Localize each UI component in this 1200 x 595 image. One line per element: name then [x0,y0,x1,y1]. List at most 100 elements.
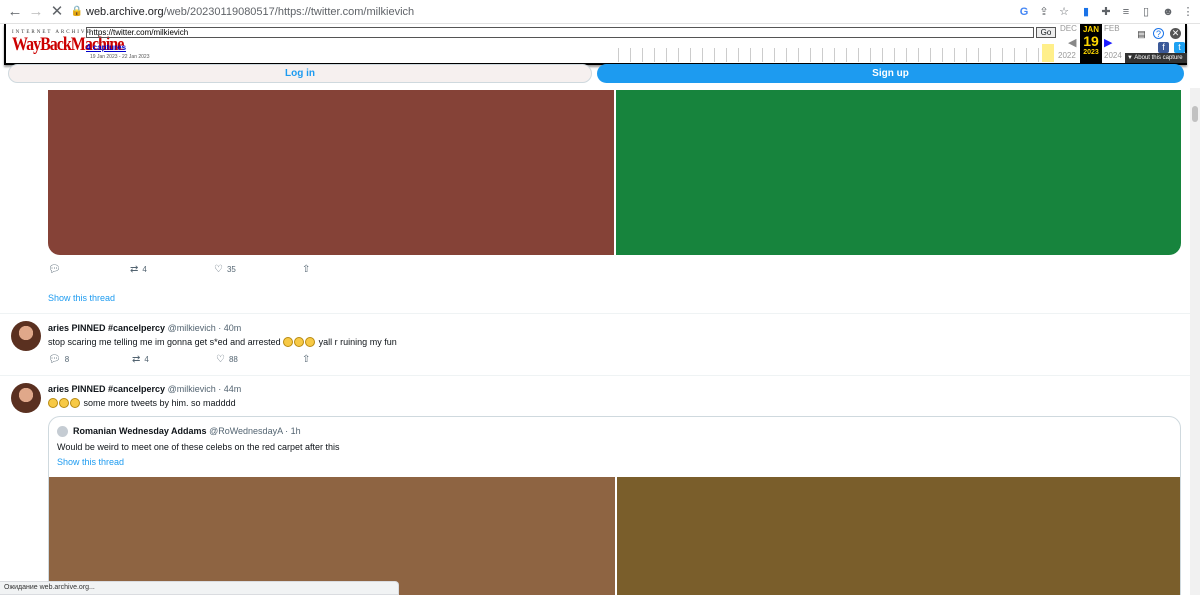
sparkline-tick [906,48,907,62]
quote-handle-time[interactable]: @RoWednesdayA · 1h [209,426,301,436]
tweet-text: some more tweets by him. so madddd [48,398,236,408]
quote-media[interactable] [49,477,1180,595]
author-handle-time[interactable]: @milkievich · 44m [168,384,242,394]
avatar[interactable] [11,321,41,351]
tweet-text: stop scaring me telling me im gonna get … [48,337,397,347]
forward-icon[interactable]: → [27,3,45,21]
sparkline-tick [966,48,967,62]
sparkline-tick [918,48,919,62]
retweet-icon: ⇄ [130,264,139,275]
next-capture-icon[interactable]: ▶ [1104,36,1112,49]
scrollbar[interactable] [1190,88,1200,595]
quote-show-thread-link[interactable]: Show this thread [57,457,124,467]
twitter-share-icon[interactable]: t [1174,42,1185,53]
address-bar[interactable]: web.archive.org/web/20230119080517/https… [86,6,414,18]
sparkline-tick [1026,48,1027,62]
scrollbar-thumb[interactable] [1192,106,1198,122]
author-name[interactable]: aries PINNED #cancelpercy [48,323,165,333]
facebook-icon[interactable]: f [1158,42,1169,53]
sparkline-tick [846,48,847,62]
sparkline-tick [810,48,811,62]
crying-emoji-icon [294,337,305,347]
share-button[interactable]: ⇧ [302,264,314,275]
quote-text: Would be weird to meet one of these cele… [57,442,340,452]
quote-media-image-1[interactable] [49,477,615,595]
account-icon[interactable]: ▤ [1136,29,1147,40]
prev-capture-icon[interactable]: ◀ [1068,36,1076,49]
captures-link[interactable]: 4 captures [86,43,126,52]
prev-year[interactable]: 2022 [1058,51,1076,60]
sparkline-tick [894,48,895,62]
show-thread-link[interactable]: Show this thread [48,293,115,303]
sparkline-tick [1014,48,1015,62]
retweet-count: 4 [142,265,147,274]
reply-button[interactable]: 💬︎ [48,264,65,275]
next-month[interactable]: FEB [1104,24,1120,33]
prev-month[interactable]: DEC [1060,24,1077,33]
sparkline-tick [1002,48,1003,62]
like-button[interactable]: ♡ 88 [216,354,238,365]
tweet-header: aries PINNED #cancelpercy @milkievich · … [48,384,241,394]
quote-avatar[interactable] [57,426,68,437]
retweet-button[interactable]: ⇄ 4 [130,264,147,275]
capture-highlight [1042,44,1054,62]
lock-icon[interactable]: 🔒 [68,3,86,21]
url-host: web.archive.org [86,6,164,18]
star-icon[interactable]: ☆ [1056,4,1072,20]
media-image-2[interactable] [615,90,1181,255]
profile-icon[interactable]: ☻ [1160,4,1176,20]
tweet-media[interactable] [48,90,1181,255]
author-handle-time[interactable]: @milkievich · 40m [168,323,242,333]
help-icon[interactable]: ? [1153,28,1164,39]
angry-emoji-icon [70,398,80,408]
sparkline-tick [870,48,871,62]
back-icon[interactable]: ← [6,3,24,21]
next-year[interactable]: 2024 [1104,51,1122,60]
close-icon[interactable]: ✕ [1170,28,1181,39]
media-image-1[interactable] [48,90,614,255]
like-count: 88 [228,355,238,364]
sparkline-tick [654,48,655,62]
share-button[interactable]: ⇧ [302,354,314,365]
like-count: 35 [226,265,236,274]
crying-emoji-icon [305,337,316,347]
menu-icon[interactable]: ⋮ [1180,4,1196,20]
share-icon[interactable]: ⇪ [1036,4,1052,20]
sidepanel-icon[interactable]: ▯ [1138,4,1154,20]
login-button[interactable]: Log in [8,64,592,83]
wayback-go-button[interactable]: Go [1036,27,1056,38]
about-capture-button[interactable]: ▼ About this capture [1125,53,1187,63]
current-day: 19 [1083,33,1099,49]
sparkline-tick [1038,48,1039,62]
quoted-tweet[interactable]: Romanian Wednesday Addams @RoWednesdayA … [48,416,1181,595]
capture-sparkline[interactable] [618,44,1054,62]
extension-icon[interactable]: ▮ [1078,4,1094,20]
reading-list-icon[interactable]: ≡ [1118,4,1134,20]
tweet-text-part1: stop scaring me telling me im gonna get … [48,337,281,347]
sparkline-tick [630,48,631,62]
quote-author-name[interactable]: Romanian Wednesday Addams [73,426,207,436]
like-button[interactable]: ♡ 35 [214,264,236,275]
sparkline-tick [714,48,715,62]
reply-button[interactable]: 💬︎ 8 [48,354,69,365]
sparkline-tick [678,48,679,62]
author-name[interactable]: aries PINNED #cancelpercy [48,384,165,394]
wayback-url-input[interactable]: https://twitter.com/milkievich [86,27,1034,38]
sparkline-tick [702,48,703,62]
sparkline-tick [762,48,763,62]
auth-bar: Log in Sign up [8,64,1184,84]
signup-button[interactable]: Sign up [597,64,1184,83]
quote-media-image-2[interactable] [616,477,1180,595]
angry-emoji-icon [48,398,58,408]
puzzle-icon[interactable]: ✚ [1098,4,1114,20]
retweet-button[interactable]: ⇄ 4 [132,354,149,365]
sparkline-tick [954,48,955,62]
avatar[interactable] [11,383,41,413]
google-icon[interactable]: G [1016,4,1032,20]
share-icon: ⇧ [302,354,311,365]
stop-icon[interactable]: ✕ [48,3,66,21]
sparkline-tick [738,48,739,62]
share-icon: ⇧ [302,264,311,275]
sparkline-tick [750,48,751,62]
sparkline-tick [786,48,787,62]
